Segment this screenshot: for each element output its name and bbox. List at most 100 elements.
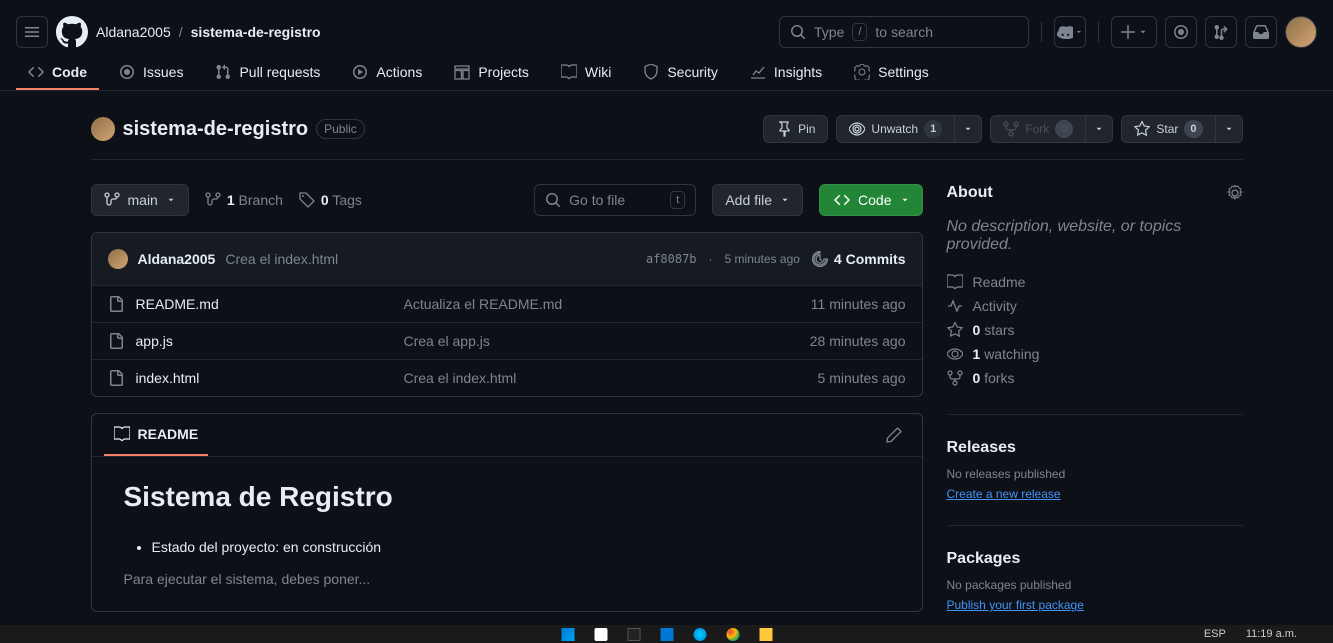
commit-author-avatar[interactable] <box>108 249 128 269</box>
fork-button[interactable]: Fork 0 <box>990 115 1086 143</box>
watching-count: 1 <box>973 346 981 362</box>
code-icon <box>834 192 850 208</box>
about-settings-button[interactable] <box>1227 185 1243 201</box>
add-file-button[interactable]: Add file <box>712 184 803 216</box>
nav-actions[interactable]: Actions <box>340 56 434 90</box>
about-forks-link[interactable]: 0 forks <box>947 366 1243 390</box>
branch-selector[interactable]: main <box>91 184 189 216</box>
pin-button[interactable]: Pin <box>763 115 828 143</box>
global-search[interactable]: Type / to search <box>779 16 1029 48</box>
hamburger-icon <box>24 24 40 40</box>
taskbar-windows-icon[interactable] <box>561 628 574 641</box>
code-button[interactable]: Code <box>819 184 922 216</box>
taskbar-apps[interactable] <box>561 628 772 641</box>
watch-dropdown[interactable] <box>955 115 982 143</box>
star-button[interactable]: Star 0 <box>1121 115 1215 143</box>
plus-icon <box>1120 24 1136 40</box>
chevron-down-icon <box>1094 124 1104 134</box>
fork-dropdown[interactable] <box>1086 115 1113 143</box>
about-watching-link[interactable]: 1 watching <box>947 342 1243 366</box>
gear-icon <box>1227 185 1243 201</box>
branch-name: main <box>128 192 158 208</box>
taskbar-explorer-icon[interactable] <box>759 628 772 641</box>
publish-package-link[interactable]: Publish your first package <box>947 598 1084 612</box>
nav-issues[interactable]: Issues <box>107 56 195 90</box>
file-name[interactable]: index.html <box>136 370 200 386</box>
releases-heading: Releases <box>947 439 1243 457</box>
commit-sep: · <box>709 252 713 266</box>
tags-link[interactable]: 0 Tags <box>299 192 362 208</box>
commit-author[interactable]: Aldana2005 <box>138 251 216 267</box>
file-row[interactable]: index.html Crea el index.html 5 minutes … <box>92 359 922 396</box>
nav-settings[interactable]: Settings <box>842 56 941 90</box>
file-commit-message[interactable]: Crea el app.js <box>404 333 794 349</box>
pin-icon <box>776 121 792 137</box>
pull-request-icon <box>215 64 231 80</box>
taskbar-chrome-icon[interactable] <box>726 628 739 641</box>
watch-button-group: Unwatch 1 <box>836 115 982 143</box>
book-icon <box>561 64 577 80</box>
file-commit-message[interactable]: Actualiza el README.md <box>404 296 795 312</box>
go-to-file-input[interactable]: Go to file t <box>534 184 696 216</box>
star-icon <box>1134 121 1150 137</box>
table-icon <box>454 64 470 80</box>
search-icon <box>545 192 561 208</box>
copilot-button[interactable] <box>1054 16 1086 48</box>
packages-section: Packages No packages published Publish y… <box>947 525 1243 612</box>
star-dropdown[interactable] <box>1216 115 1243 143</box>
taskbar-app-icon[interactable] <box>627 628 640 641</box>
nav-code[interactable]: Code <box>16 56 99 90</box>
create-release-link[interactable]: Create a new release <box>947 487 1061 501</box>
nav-pulls[interactable]: Pull requests <box>203 56 332 90</box>
create-new-button[interactable] <box>1111 16 1157 48</box>
breadcrumb-repo[interactable]: sistema-de-registro <box>191 24 321 40</box>
taskbar-app-icon[interactable] <box>693 628 706 641</box>
file-commit-message[interactable]: Crea el index.html <box>404 370 802 386</box>
breadcrumb-owner[interactable]: Aldana2005 <box>96 24 171 40</box>
branches-link[interactable]: 1 Branch <box>205 192 283 208</box>
chevron-down-icon <box>963 124 973 134</box>
commit-message[interactable]: Crea el index.html <box>225 251 338 267</box>
repo-navbar: Code Issues Pull requests Actions Projec… <box>0 56 1333 91</box>
nav-actions-label: Actions <box>376 64 422 80</box>
eye-icon <box>947 346 963 362</box>
commits-count: 4 Commits <box>834 251 906 267</box>
taskbar-app-icon[interactable] <box>660 628 673 641</box>
about-readme-link[interactable]: Readme <box>947 270 1243 294</box>
file-name[interactable]: app.js <box>136 333 173 349</box>
topbar-divider-2 <box>1098 22 1099 42</box>
readme-tab[interactable]: README <box>104 414 209 456</box>
notifications-button[interactable] <box>1245 16 1277 48</box>
about-stars-link[interactable]: 0 stars <box>947 318 1243 342</box>
nav-insights[interactable]: Insights <box>738 56 834 90</box>
pull-requests-button[interactable] <box>1205 16 1237 48</box>
nav-security[interactable]: Security <box>631 56 730 90</box>
packages-none: No packages published <box>947 578 1243 592</box>
repo-owner-avatar[interactable] <box>91 117 115 141</box>
taskbar-language[interactable]: ESP <box>1204 628 1226 640</box>
github-logo[interactable] <box>56 16 88 48</box>
issues-button[interactable] <box>1165 16 1197 48</box>
file-row[interactable]: app.js Crea el app.js 28 minutes ago <box>92 322 922 359</box>
go-to-file-placeholder: Go to file <box>569 192 625 208</box>
file-row[interactable]: README.md Actualiza el README.md 11 minu… <box>92 285 922 322</box>
chevron-down-icon <box>166 195 176 205</box>
history-icon <box>812 251 828 267</box>
commit-hash[interactable]: af8087b <box>646 252 697 266</box>
hamburger-button[interactable] <box>16 16 48 48</box>
watching-label: watching <box>984 346 1039 362</box>
unwatch-button[interactable]: Unwatch 1 <box>836 115 955 143</box>
readme-tab-label: README <box>138 426 199 442</box>
file-name[interactable]: README.md <box>136 296 219 312</box>
taskbar-clock[interactable]: 11:19 a.m. <box>1246 628 1297 640</box>
user-avatar[interactable] <box>1285 16 1317 48</box>
file-commit-time: 28 minutes ago <box>810 333 906 349</box>
about-activity-link[interactable]: Activity <box>947 294 1243 318</box>
nav-projects[interactable]: Projects <box>442 56 541 90</box>
edit-readme-button[interactable] <box>878 419 910 451</box>
nav-wiki[interactable]: Wiki <box>549 56 623 90</box>
commits-history-link[interactable]: 4 Commits <box>812 251 906 267</box>
nav-issues-label: Issues <box>143 64 183 80</box>
taskbar-app-icon[interactable] <box>594 628 607 641</box>
nav-code-label: Code <box>52 64 87 80</box>
